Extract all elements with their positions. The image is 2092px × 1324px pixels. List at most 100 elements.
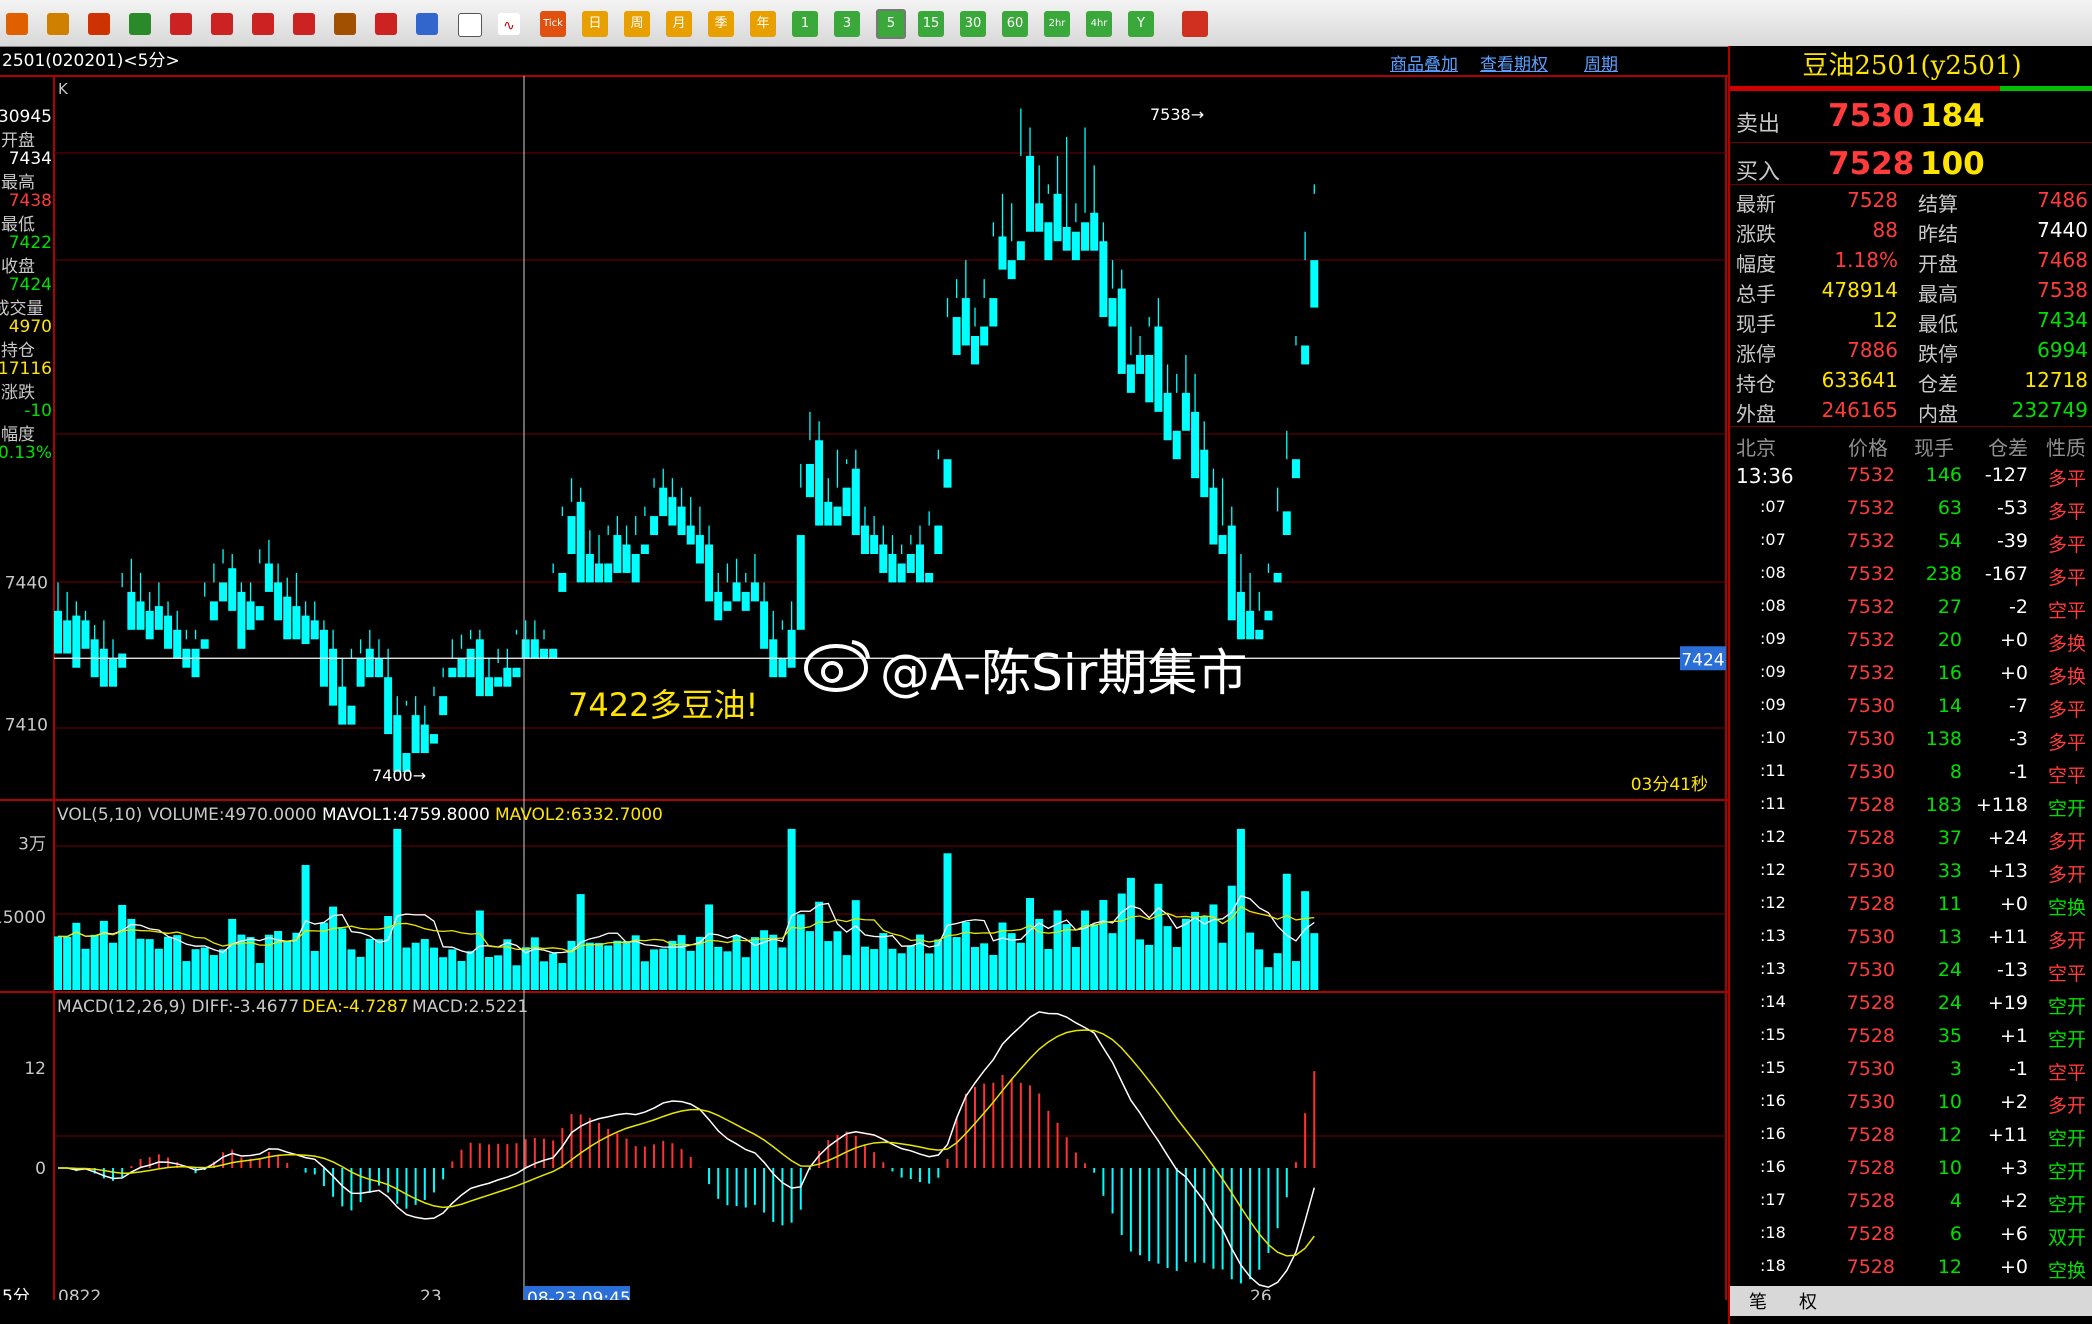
period-button-2hr[interactable]: 2hr	[1044, 11, 1070, 37]
period-button-60[interactable]: 60	[1002, 11, 1028, 37]
candle	[815, 421, 824, 526]
price-axis-label: 7410	[5, 716, 48, 736]
period-button-日[interactable]: 日	[582, 11, 608, 37]
candle	[971, 307, 979, 365]
volume-bar	[283, 940, 292, 990]
tab-trades[interactable]: 笔	[1738, 1288, 1778, 1314]
tick-button[interactable]: Tick	[540, 11, 566, 37]
volume-bar	[842, 955, 851, 990]
refresh-icon[interactable]	[129, 13, 151, 35]
draw-icon[interactable]	[293, 13, 315, 35]
chart-area[interactable]: 2501(020201)<5分>K30945开盘7434最高7438最低7422…	[0, 46, 1728, 1324]
quote-value: 633641	[1821, 368, 1898, 392]
volume-bar	[1117, 893, 1126, 990]
period-button-15[interactable]: 15	[918, 11, 944, 37]
calc-icon[interactable]	[1182, 11, 1208, 37]
period-button-周[interactable]: 周	[624, 11, 650, 37]
tick-oi-change: -39	[1996, 530, 2028, 552]
volume-bar	[989, 954, 998, 990]
tick-volume: 10	[1937, 1091, 1962, 1113]
period-button-5[interactable]: 5	[876, 9, 906, 39]
volume-bar	[1181, 918, 1190, 990]
candle	[356, 639, 365, 687]
period-button-Y[interactable]: Y	[1128, 11, 1154, 37]
tick-volume: 12	[1937, 1124, 1962, 1146]
volume-bar	[1200, 916, 1209, 990]
candle	[264, 539, 273, 592]
period-button-季[interactable]: 季	[708, 11, 734, 37]
ask-volume: 184	[1920, 98, 1985, 134]
info-label: 成交量	[0, 299, 44, 319]
volume-bar	[714, 946, 723, 990]
list-view-icon[interactable]	[458, 13, 482, 37]
report-icon[interactable]	[88, 13, 110, 35]
volume-bar	[54, 936, 62, 990]
volume-bar	[1136, 939, 1145, 990]
info-label: 最高	[1, 173, 35, 193]
volume-bar	[824, 941, 833, 990]
tick-oi-change: -7	[2009, 695, 2028, 717]
volume-bar	[118, 904, 127, 990]
candle	[484, 658, 493, 697]
quote-value: 7886	[1847, 338, 1898, 362]
link-period[interactable]: 周期	[1584, 50, 1618, 75]
volume-bar	[1291, 961, 1300, 990]
volume-bar	[796, 914, 805, 990]
period-button-月[interactable]: 月	[666, 11, 692, 37]
candle	[989, 222, 998, 327]
home-icon[interactable]	[6, 13, 28, 35]
tab-rights[interactable]: 权	[1788, 1288, 1828, 1314]
filter-icon[interactable]	[375, 13, 397, 35]
volume-bar	[457, 960, 466, 990]
alert-icon[interactable]	[334, 13, 356, 35]
zoom-out-icon[interactable]	[211, 13, 233, 35]
tick-oi-change: -127	[1984, 464, 2028, 486]
volume-bar	[136, 938, 145, 990]
period-button-1[interactable]: 1	[792, 11, 818, 37]
volume-bar	[1246, 932, 1255, 990]
candle	[283, 577, 292, 640]
candle	[879, 525, 888, 573]
period-button-30[interactable]: 30	[960, 11, 986, 37]
link-view-options[interactable]: 查看期权	[1480, 50, 1548, 75]
candle	[90, 625, 99, 678]
tick-time: :12	[1760, 860, 1786, 879]
volume-bar	[952, 937, 961, 990]
quote-panel: 豆油2501(y2501) 卖出 7530 184 买入 7528 100 最新…	[1728, 46, 2092, 1324]
candle	[1016, 108, 1025, 261]
tick-oi-change: -2	[2009, 596, 2028, 618]
kline-view-icon[interactable]: ∿	[498, 13, 520, 35]
volume-bar	[264, 934, 273, 990]
status-bar	[0, 1300, 1728, 1324]
tick-oi-change: +0	[1999, 893, 2028, 915]
quote-label: 幅度	[1736, 252, 1776, 276]
news-icon[interactable]	[416, 13, 438, 35]
tick-time: :10	[1760, 728, 1786, 747]
price-axis-label: 7440	[5, 573, 48, 593]
period-button-年[interactable]: 年	[750, 11, 776, 37]
candle	[1172, 373, 1181, 460]
tick-oi-change: +0	[1999, 1256, 2028, 1278]
link-commodity-overlay[interactable]: 商品叠加	[1390, 50, 1458, 75]
tick-volume: 238	[1925, 563, 1962, 585]
tick-column-header: 仓差	[1988, 436, 2028, 460]
quote-label: 现手	[1736, 312, 1776, 336]
period-button-3[interactable]: 3	[834, 11, 860, 37]
volume-bar	[420, 939, 429, 990]
candle	[870, 516, 879, 554]
tick-column-header: 现手	[1914, 436, 1954, 460]
period-button-4hr[interactable]: 4hr	[1086, 11, 1112, 37]
favorite-icon[interactable]	[252, 13, 274, 35]
tick-time: :08	[1760, 596, 1786, 615]
zoom-in-icon[interactable]	[170, 13, 192, 35]
volume-bar	[879, 933, 888, 990]
quote-value: 1.18%	[1834, 248, 1898, 272]
tick-volume: 11	[1937, 893, 1962, 915]
volume-bar	[604, 945, 613, 990]
contract-title: 豆油2501(y2501)	[1802, 51, 2022, 81]
candle	[429, 686, 438, 744]
tick-oi-change: -167	[1984, 563, 2028, 585]
folder-icon[interactable]	[47, 13, 69, 35]
tick-time: :08	[1760, 563, 1786, 582]
volume-bar	[1026, 898, 1035, 990]
